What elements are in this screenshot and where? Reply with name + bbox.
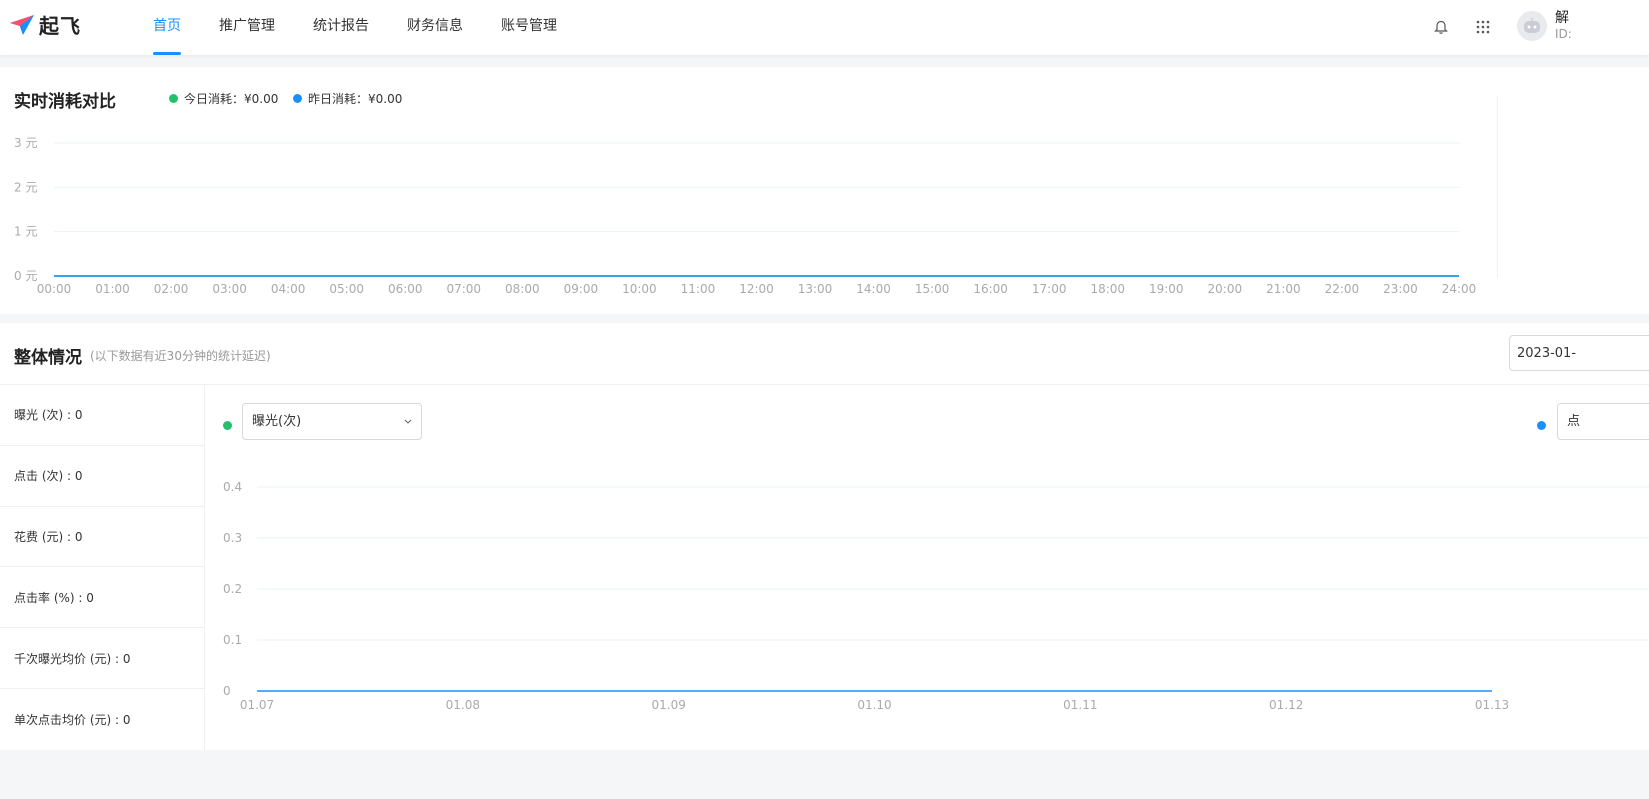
- main-nav: 首页 推广管理 统计报告 财务信息 账号管理: [153, 0, 595, 55]
- metric-select-right[interactable]: 点: [1557, 403, 1649, 440]
- x-tick-label: 22:00: [1325, 282, 1360, 296]
- y-tick-label: 0.2: [223, 582, 242, 596]
- x-tick-label: 21:00: [1266, 282, 1301, 296]
- x-tick-label: 03:00: [212, 282, 247, 296]
- nav-home[interactable]: 首页: [153, 0, 181, 55]
- nav-finance-info[interactable]: 财务信息: [407, 0, 463, 55]
- series-dot-left: [223, 421, 232, 430]
- metric-select-left[interactable]: 曝光(次): [242, 403, 422, 440]
- y-tick-label: 1 元: [14, 225, 37, 239]
- x-tick-label: 07:00: [446, 282, 481, 296]
- overview-line-chart: 0 0.1 0.2 0.3 0.4 01.07 01.08 01.09 01.10 01.11 01…: [223, 480, 1649, 712]
- overview-title: 整体情况: [14, 348, 82, 368]
- metric-clicks[interactable]: 点击 (次) : 0: [0, 446, 204, 507]
- bell-icon[interactable]: [1430, 16, 1452, 38]
- y-tick-label: 0.1: [223, 633, 242, 647]
- x-tick-label: 23:00: [1383, 282, 1418, 296]
- overview-delay-note: (以下数据有近30分钟的统计延迟): [90, 349, 271, 363]
- legend-yesterday-label: 昨日消耗：¥0.00: [308, 92, 403, 106]
- x-tick-label: 18:00: [1090, 282, 1125, 296]
- x-tick-label: 01.13: [1475, 698, 1509, 712]
- x-tick-label: 05:00: [329, 282, 364, 296]
- nav-statistics-report[interactable]: 统计报告: [313, 0, 369, 55]
- avatar[interactable]: [1517, 11, 1547, 41]
- x-tick-label: 06:00: [388, 282, 423, 296]
- x-tick-label: 14:00: [856, 282, 891, 296]
- metric-select-left-value: 曝光(次): [252, 414, 302, 429]
- y-tick-label: 0 元: [14, 269, 37, 283]
- user-name[interactable]: 解: [1555, 7, 1569, 27]
- y-tick-label: 3 元: [14, 136, 37, 150]
- x-tick-label: 01.08: [446, 698, 480, 712]
- x-tick-label: 01.09: [651, 698, 685, 712]
- y-tick-label: 0.4: [223, 480, 242, 494]
- paper-plane-icon: [10, 14, 34, 35]
- x-tick-label: 15:00: [915, 282, 950, 296]
- x-tick-label: 16:00: [973, 282, 1008, 296]
- metric-cost[interactable]: 花费 (元) : 0: [0, 507, 204, 568]
- x-tick-label: 00:00: [37, 282, 72, 296]
- series-dot-right: [1537, 421, 1546, 430]
- legend-dot-today: [169, 94, 178, 103]
- x-tick-label: 01.07: [240, 698, 274, 712]
- legend-today: 今日消耗：¥0.00: [169, 90, 278, 107]
- x-tick-label: 01.11: [1063, 698, 1097, 712]
- overview-header-divider: [0, 384, 1649, 385]
- nav-promotion-management[interactable]: 推广管理: [219, 0, 275, 55]
- robot-avatar-icon: [1524, 18, 1540, 33]
- logo-text: 起飞: [39, 14, 81, 38]
- metrics-list: 曝光 (次) : 0 点击 (次) : 0 花费 (元) : 0 点击率 (%)…: [0, 385, 205, 750]
- chevron-down-icon: [403, 404, 413, 453]
- realtime-line-chart: 0 元 1 元 2 元 3 元 00:00 01:00 02:00 03:00 04:00 05:…: [14, 136, 1477, 296]
- y-tick-label: 2 元: [14, 180, 37, 194]
- x-tick-label: 17:00: [1032, 282, 1067, 296]
- x-tick-label: 01:00: [95, 282, 130, 296]
- metric-select-right-value: 点: [1567, 414, 1581, 429]
- x-tick-label: 24:00: [1442, 282, 1477, 296]
- y-tick-label: 0.3: [223, 531, 242, 545]
- x-tick-label: 04:00: [271, 282, 306, 296]
- user-id: ID:: [1555, 27, 1572, 41]
- x-tick-label: 10:00: [622, 282, 657, 296]
- x-tick-label: 02:00: [154, 282, 189, 296]
- x-tick-label: 01.12: [1269, 698, 1303, 712]
- grid-apps-icon[interactable]: [1472, 16, 1494, 38]
- x-tick-label: 20:00: [1208, 282, 1243, 296]
- x-tick-label: 01.10: [857, 698, 891, 712]
- metric-ctr[interactable]: 点击率 (%) : 0: [0, 567, 204, 629]
- nav-account-management[interactable]: 账号管理: [501, 0, 557, 55]
- top-navbar: 起飞 首页 推广管理 统计报告 财务信息 账号管理 解 ID:: [0, 0, 1649, 55]
- x-tick-label: 08:00: [505, 282, 540, 296]
- x-tick-label: 19:00: [1149, 282, 1184, 296]
- legend-yesterday: 昨日消耗：¥0.00: [293, 90, 402, 107]
- legend-dot-yesterday: [293, 94, 302, 103]
- realtime-title: 实时消耗对比: [14, 92, 116, 112]
- x-tick-label: 13:00: [798, 282, 833, 296]
- y-tick-label: 0: [223, 684, 231, 698]
- metric-cpc[interactable]: 单次点击均价 (元) : 0: [0, 689, 204, 750]
- metric-cpm[interactable]: 千次曝光均价 (元) : 0: [0, 628, 204, 689]
- logo[interactable]: 起飞: [9, 10, 81, 39]
- x-tick-label: 12:00: [739, 282, 774, 296]
- x-tick-label: 11:00: [681, 282, 716, 296]
- date-range-picker[interactable]: 2023-01-: [1509, 335, 1649, 371]
- legend-today-label: 今日消耗：¥0.00: [184, 92, 279, 106]
- metric-impressions[interactable]: 曝光 (次) : 0: [0, 385, 204, 446]
- x-tick-label: 09:00: [564, 282, 599, 296]
